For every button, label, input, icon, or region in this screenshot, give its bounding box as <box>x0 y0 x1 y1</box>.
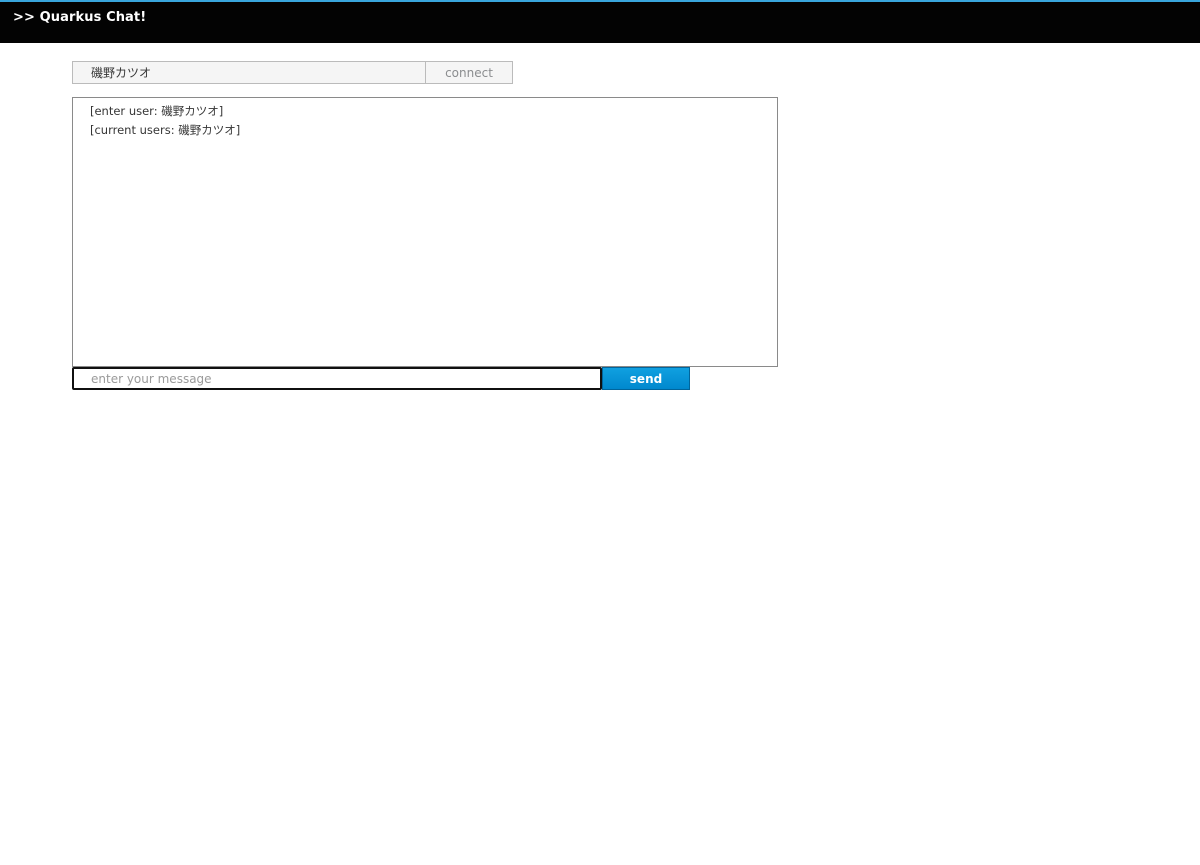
chat-log-line: [current users: 磯野カツオ] <box>90 123 241 137</box>
connect-button[interactable]: connect <box>425 61 513 84</box>
app-title: >> Quarkus Chat! <box>13 10 147 25</box>
top-navbar: >> Quarkus Chat! <box>0 0 1200 43</box>
chat-log-line: [enter user: 磯野カツオ] <box>90 104 224 118</box>
chat-log[interactable]: [enter user: 磯野カツオ] [current users: 磯野カツ… <box>72 97 778 367</box>
send-button[interactable]: send <box>602 367 690 390</box>
username-input[interactable] <box>72 61 425 84</box>
message-input[interactable] <box>72 367 602 390</box>
